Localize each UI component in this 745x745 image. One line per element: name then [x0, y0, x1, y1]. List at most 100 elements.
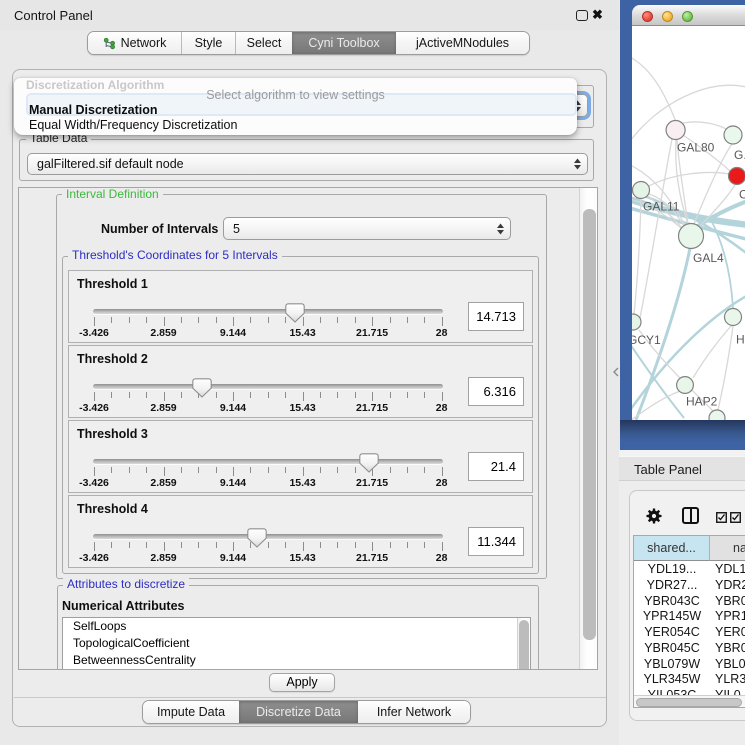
graph-node[interactable] — [633, 182, 650, 199]
tab-label: Cyni Toolbox — [308, 36, 379, 50]
traffic-close-icon[interactable] — [642, 11, 653, 22]
slider-thumb[interactable] — [359, 453, 379, 473]
slider-track[interactable] — [93, 459, 443, 464]
tick-mark — [129, 467, 130, 473]
mode-tab-discretize-data[interactable]: Discretize Data — [239, 701, 358, 723]
interval-definition-group-title: Interval Definition — [62, 188, 163, 201]
checkbox-icon[interactable] — [730, 510, 741, 521]
tick-mark — [268, 542, 269, 548]
table-cell[interactable]: YPR145W — [634, 609, 710, 623]
column-header[interactable]: shared... — [634, 536, 710, 561]
graph-edge[interactable] — [632, 390, 684, 420]
tab-cyni-toolbox[interactable]: Cyni Toolbox — [292, 32, 396, 54]
table-hscrollbar[interactable] — [634, 695, 745, 708]
popup-prompt[interactable]: Select algorithm to view settings — [14, 88, 577, 103]
number-of-intervals-combo[interactable]: 5 — [223, 217, 511, 240]
table-panel-region: Table Panel shared...na YDL19...YDL1YDR2… — [619, 450, 745, 745]
tick-mark — [94, 467, 95, 476]
network-canvas[interactable]: GAL80G.CGAL11GAL4GCY1HHAP2 — [632, 26, 745, 420]
tick-mark — [198, 467, 199, 473]
graph-node[interactable] — [679, 224, 704, 249]
list-item[interactable]: SelfLoops — [63, 618, 530, 635]
table-cell[interactable]: YER0 — [715, 625, 745, 639]
traffic-zoom-icon[interactable] — [682, 11, 693, 22]
graph-node-label: C — [739, 188, 745, 202]
list-item[interactable]: BetweennessCentrality — [63, 652, 530, 669]
list-scrollbar[interactable] — [517, 618, 530, 670]
tick-label: 28 — [436, 402, 448, 414]
threshold-label: Threshold 2 — [77, 352, 148, 366]
mode-tab-infer-network[interactable]: Infer Network — [358, 701, 470, 723]
tick-mark — [111, 467, 112, 473]
table-cell[interactable]: YLR3 — [715, 672, 745, 686]
mode-tab-impute-data[interactable]: Impute Data — [143, 701, 239, 723]
slider-track[interactable] — [93, 384, 443, 389]
numerical-attributes-list[interactable]: SelfLoopsTopologicalCoefficientBetweenne… — [62, 617, 531, 670]
table-cell[interactable]: YBR0 — [715, 594, 745, 608]
table-cell[interactable]: YDR27... — [634, 578, 710, 592]
settings-scrollbar[interactable] — [579, 188, 598, 670]
popup-item[interactable]: Equal Width/Frequency Discretization — [14, 118, 577, 133]
tick-mark — [337, 317, 338, 323]
graph-edge[interactable] — [649, 173, 729, 187]
graph-node[interactable] — [677, 377, 694, 394]
graph-edge[interactable] — [640, 139, 672, 318]
graph-node[interactable] — [709, 410, 725, 420]
table-cell[interactable]: YLR345W — [634, 672, 710, 686]
traffic-minimize-icon[interactable] — [662, 11, 673, 22]
popup-item[interactable]: Manual Discretization — [14, 103, 577, 118]
tab-select[interactable]: Select — [236, 32, 292, 54]
graph-node[interactable] — [725, 309, 742, 326]
split-view-icon[interactable] — [682, 507, 699, 524]
close-icon[interactable]: ✖ — [592, 7, 603, 23]
table-cell[interactable]: YDL19... — [634, 562, 710, 576]
tick-mark — [303, 542, 304, 551]
slider-track[interactable] — [93, 309, 443, 314]
graph-edge[interactable] — [683, 122, 728, 130]
table-cell[interactable]: YBR0 — [715, 641, 745, 655]
threshold-value-field[interactable]: 14.713 — [468, 302, 524, 331]
graph-edge[interactable] — [632, 56, 676, 122]
table-cell[interactable]: YBL0 — [715, 657, 745, 671]
tab-style[interactable]: Style — [182, 32, 236, 54]
table-cell[interactable]: YDL1 — [715, 562, 745, 576]
table-cell[interactable]: YBR045C — [634, 641, 710, 655]
gear-icon[interactable] — [646, 508, 662, 529]
settings-scrollbar-thumb[interactable] — [583, 209, 596, 640]
threshold-label: Threshold 3 — [77, 427, 148, 441]
tick-mark — [111, 392, 112, 398]
float-window-icon[interactable] — [576, 10, 588, 21]
tick-mark — [198, 317, 199, 323]
threshold-value-field[interactable]: 21.4 — [468, 452, 524, 481]
threshold-value-field[interactable]: 6.316 — [468, 377, 524, 406]
table-hscrollbar-thumb[interactable] — [636, 698, 742, 707]
tab-network[interactable]: Network — [88, 32, 182, 54]
apply-button[interactable]: Apply — [269, 673, 335, 692]
threshold-value-field[interactable]: 11.344 — [468, 527, 524, 556]
table-cell[interactable]: YER054C — [634, 625, 710, 639]
column-header[interactable]: na — [710, 536, 745, 561]
tab-jactivemnodules[interactable]: jActiveMNodules — [396, 32, 529, 54]
list-item[interactable]: TopologicalCoefficient — [63, 635, 530, 652]
table-cell[interactable]: YDR2 — [715, 578, 745, 592]
table-cell[interactable]: YPR1 — [715, 609, 745, 623]
table-cell[interactable]: YBR043C — [634, 594, 710, 608]
tick-mark — [285, 542, 286, 548]
slider-track[interactable] — [93, 534, 443, 539]
table-data-combo[interactable]: galFiltered.sif default node — [27, 153, 588, 175]
checkbox-icon[interactable] — [716, 510, 727, 521]
graph-node[interactable] — [724, 126, 742, 144]
tick-mark — [181, 467, 182, 473]
tick-mark — [320, 542, 321, 548]
tick-mark — [129, 392, 130, 398]
slider-thumb[interactable] — [247, 528, 267, 548]
graph-edge[interactable] — [634, 199, 641, 314]
graph-node[interactable] — [666, 121, 685, 140]
slider-thumb[interactable] — [192, 378, 212, 398]
tick-mark — [250, 392, 251, 398]
table-cell[interactable]: YBL079W — [634, 657, 710, 671]
splitpane-handle-icon[interactable] — [612, 364, 620, 374]
list-scrollbar-thumb[interactable] — [519, 620, 529, 670]
slider-thumb[interactable] — [285, 303, 305, 323]
graph-node[interactable] — [729, 168, 745, 185]
